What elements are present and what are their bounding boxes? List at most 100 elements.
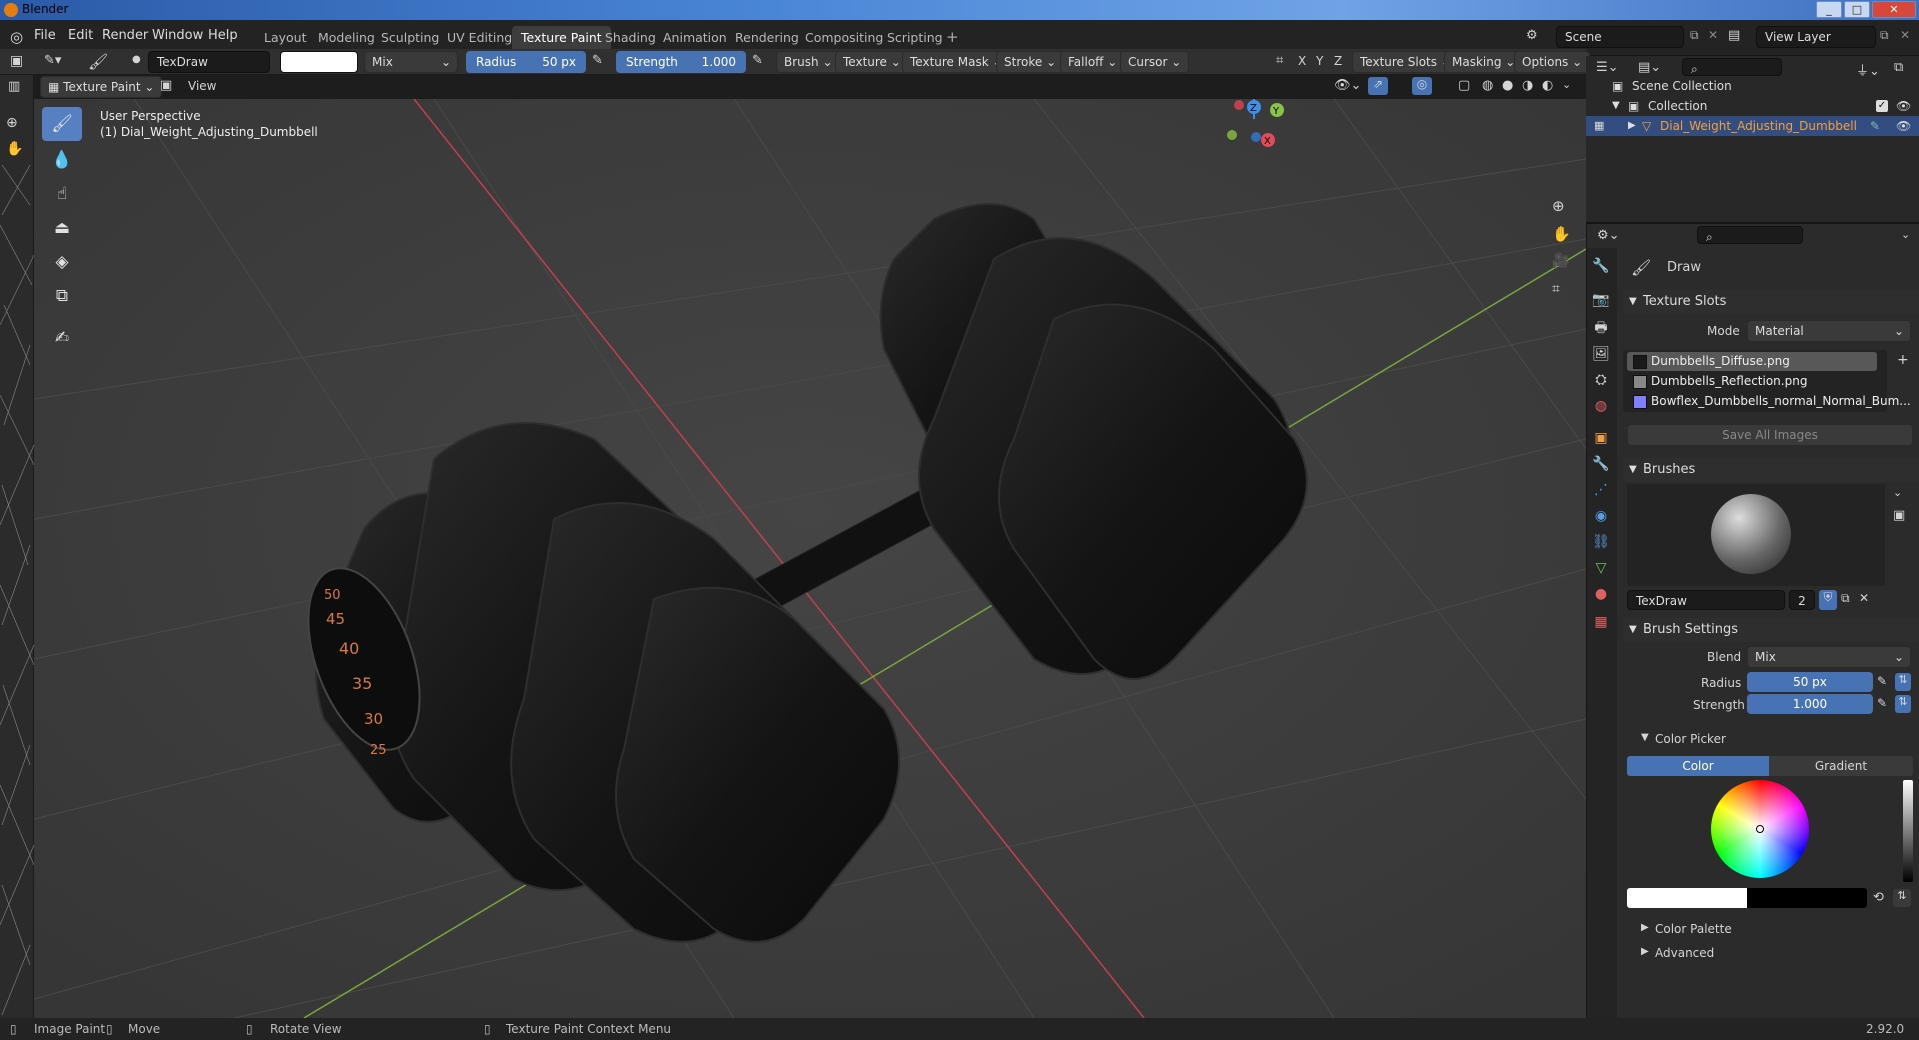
texture-slots-panel-header[interactable]: ▼ Texture Slots xyxy=(1623,290,1919,314)
value-slider[interactable] xyxy=(1903,780,1913,882)
world-tab-icon[interactable]: ◍ xyxy=(1591,396,1611,416)
duplicate-brush-icon[interactable]: ⧉ xyxy=(1841,591,1850,606)
radius-pressure-icon[interactable]: ✎ xyxy=(592,53,603,68)
tab-sculpting[interactable]: Sculpting xyxy=(372,26,448,50)
color-wheel-cursor[interactable] xyxy=(1756,825,1764,833)
symmetry-icon[interactable]: ⌗ xyxy=(1276,53,1283,68)
cursor-menu[interactable]: Cursor ⌄ xyxy=(1120,51,1190,73)
outliner-search-input[interactable]: ⌕ xyxy=(1682,58,1782,76)
data-tab-icon[interactable]: ▽ xyxy=(1591,558,1611,578)
annotate-tool-icon[interactable]: ✍ xyxy=(42,321,82,355)
eye-icon[interactable]: 👁 xyxy=(1896,116,1911,136)
color-picker-subpanel-header[interactable]: ▼ Color Picker xyxy=(1635,732,1915,752)
output-tab-icon[interactable]: 🖶 xyxy=(1591,318,1611,338)
zoom-icon[interactable]: ⊕ xyxy=(6,115,18,131)
gizmo-neg-x[interactable] xyxy=(1234,100,1244,110)
mirror-x-toggle[interactable]: X xyxy=(1298,54,1306,68)
brush-preview[interactable] xyxy=(1627,484,1885,586)
tool-strip-icon[interactable]: ▥ xyxy=(8,79,20,94)
smear-tool-icon[interactable]: ☝ xyxy=(42,177,82,211)
tool-tab-icon[interactable]: 🔧 xyxy=(1591,256,1611,276)
chevron-down-icon[interactable]: ⌄ xyxy=(1901,228,1910,241)
texture-tab-icon[interactable]: ▦ xyxy=(1591,612,1611,632)
swap-colors-icon[interactable]: ⟲ xyxy=(1873,890,1884,905)
strength-pressure-icon[interactable]: ✎ xyxy=(1877,696,1887,710)
color-mode-tab[interactable]: Color xyxy=(1627,756,1769,776)
constraints-tab-icon[interactable]: ⛓ xyxy=(1591,532,1611,552)
tab-animation[interactable]: Animation xyxy=(654,26,736,50)
save-all-images-button[interactable]: Save All Images xyxy=(1627,424,1913,446)
texture-menu[interactable]: Texture ⌄ xyxy=(835,51,909,73)
falloff-menu[interactable]: Falloff ⌄ xyxy=(1060,51,1126,73)
strength-unified-icon[interactable]: ⇅ xyxy=(1895,695,1911,713)
options-menu[interactable]: Options ⌄ xyxy=(1514,51,1591,73)
scene-icon[interactable]: ⚙ xyxy=(1526,28,1538,43)
view-layer-tab-icon[interactable]: 🖼 xyxy=(1591,344,1611,364)
menu-render[interactable]: Render xyxy=(102,28,148,43)
tool-settings-icon[interactable]: ✎▾ xyxy=(44,53,61,68)
gradient-mode-tab[interactable]: Gradient xyxy=(1769,756,1913,776)
outliner-row-collection[interactable]: ▼ ▣ Collection ✓ 👁 xyxy=(1586,96,1919,116)
advanced-subpanel-header[interactable]: ▶ Advanced xyxy=(1635,946,1915,966)
mode-dropdown[interactable]: ▦ Texture Paint ⌄ xyxy=(40,76,163,98)
brushes-panel-header[interactable]: ▼ Brushes xyxy=(1623,458,1919,482)
outliner-row-object[interactable]: ▦ ▶ ▽ Dial_Weight_Adjusting_Dumbbell ✎ 👁 xyxy=(1586,116,1919,136)
color-unified-icon[interactable]: ⇅ xyxy=(1893,889,1911,907)
mirror-y-toggle[interactable]: Y xyxy=(1316,54,1323,68)
clone-tool-icon[interactable]: ⏏ xyxy=(42,211,82,245)
radius-slider[interactable]: Radius 50 px xyxy=(466,51,586,73)
stroke-menu[interactable]: Stroke ⌄ xyxy=(996,51,1065,73)
brush-strength-slider[interactable]: 1.000 xyxy=(1747,694,1873,714)
pan-view-icon[interactable]: ✋ xyxy=(1552,225,1571,243)
solid-shading-icon[interactable]: ● xyxy=(1502,78,1513,93)
overlay-toggle-icon[interactable]: ▣ xyxy=(160,78,172,93)
xray-icon[interactable]: ▢ xyxy=(1458,78,1470,93)
object-tab-icon[interactable]: ▣ xyxy=(1591,428,1611,448)
brush-radius-slider[interactable]: 50 px xyxy=(1747,672,1873,692)
eye-icon[interactable]: 👁 xyxy=(1896,96,1911,116)
texture-slot-row[interactable]: Bowflex_Dumbbells_normal_Normal_Bum... xyxy=(1627,392,1911,411)
fake-user-icon[interactable]: ● xyxy=(132,54,141,65)
strength-pressure-icon[interactable]: ✎ xyxy=(752,53,763,68)
physics-tab-icon[interactable]: ◉ xyxy=(1591,506,1611,526)
expand-icon[interactable]: ▶ xyxy=(1628,116,1636,136)
modifier-wrench-icon[interactable]: ✎ xyxy=(1870,116,1880,136)
close-button[interactable]: ✕ xyxy=(1872,1,1916,18)
render-tab-icon[interactable]: 📷 xyxy=(1591,290,1611,310)
overlays-toggle-icon[interactable]: ◎ xyxy=(1412,77,1432,95)
tab-scripting[interactable]: Scripting xyxy=(878,26,952,50)
brush-name-field[interactable]: TexDraw xyxy=(148,51,270,73)
texture-slots-menu[interactable]: Texture Slots ⌄ xyxy=(1352,51,1459,73)
chevron-down-icon[interactable]: ⌄ xyxy=(1893,486,1902,499)
brush-users-count[interactable]: 2 xyxy=(1789,590,1815,610)
perspective-toggle-icon[interactable]: ⌗ xyxy=(1552,281,1560,297)
mode-dropdown[interactable]: Material ⌄ xyxy=(1747,320,1911,342)
outliner-row-scene-collection[interactable]: ▣ Scene Collection xyxy=(1586,76,1919,96)
brush-menu[interactable]: Brush ⌄ xyxy=(776,51,841,73)
3d-viewport[interactable]: 50 45 40 35 30 25 Z Y X User Perspective… xyxy=(34,99,1586,1018)
masking-menu[interactable]: Masking ⌄ xyxy=(1444,51,1524,73)
gizmo-neg-y[interactable] xyxy=(1227,130,1237,140)
texture-slot-row[interactable]: Dumbbells_Diffuse.png xyxy=(1627,352,1877,371)
texture-slot-row[interactable]: Dumbbells_Reflection.png xyxy=(1627,372,1877,391)
color-swatch-field[interactable] xyxy=(1627,888,1867,908)
color-palette-subpanel-header[interactable]: ▶ Color Palette xyxy=(1635,922,1915,942)
brush-datablock-name[interactable]: TexDraw xyxy=(1627,590,1785,610)
tab-layout[interactable]: Layout xyxy=(255,26,316,50)
draw-tool-icon[interactable]: 🖌 xyxy=(42,107,82,141)
brush-color-swatch[interactable] xyxy=(280,51,358,73)
soften-tool-icon[interactable]: 💧 xyxy=(42,143,82,177)
delete-view-layer-icon[interactable]: ✕ xyxy=(1900,28,1910,42)
editor-type-icon[interactable]: ▣ xyxy=(10,53,23,69)
view-layer-field[interactable]: View Layer xyxy=(1756,26,1876,48)
new-collection-icon[interactable]: ⧉ xyxy=(1894,60,1903,75)
zoom-view-icon[interactable]: ⊕ xyxy=(1552,197,1565,215)
maximize-button[interactable]: □ xyxy=(1844,1,1870,18)
tab-uv-editing[interactable]: UV Editing xyxy=(438,26,521,50)
camera-view-icon[interactable]: 🎥 xyxy=(1552,253,1569,269)
new-view-layer-icon[interactable]: ⧉ xyxy=(1880,28,1889,43)
radius-pressure-icon[interactable]: ✎ xyxy=(1877,674,1887,688)
add-workspace-icon[interactable]: + xyxy=(946,28,959,46)
rendered-shading-icon[interactable]: ◐ xyxy=(1542,78,1553,93)
particles-tab-icon[interactable]: ⋰ xyxy=(1591,480,1611,500)
